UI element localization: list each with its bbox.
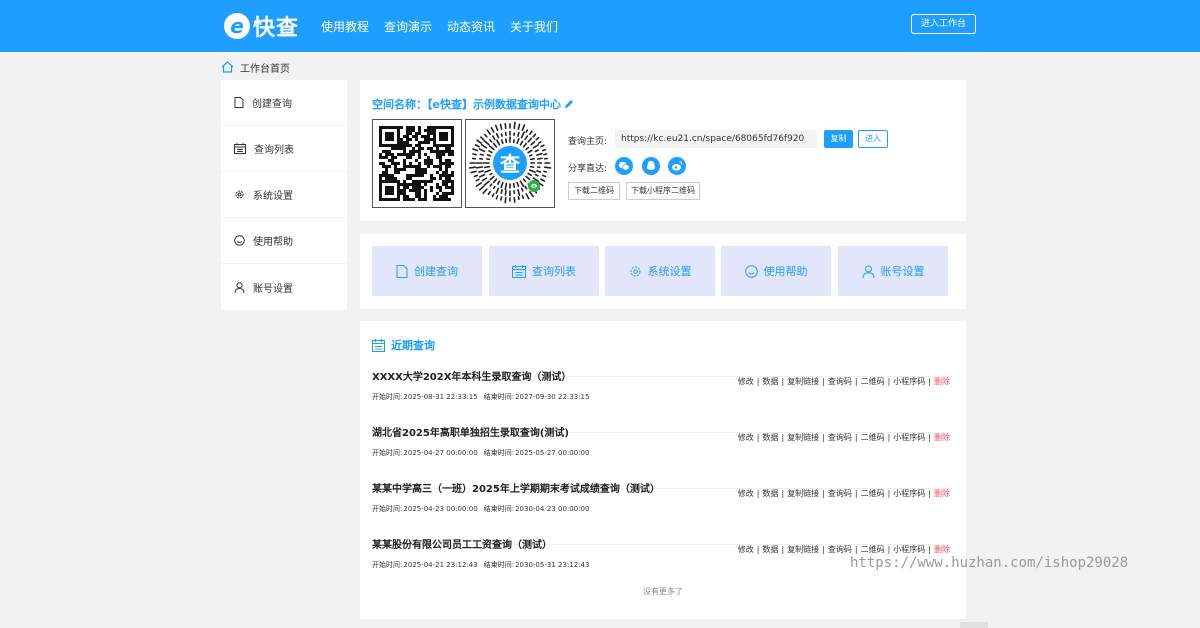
qq-icon[interactable] [642, 157, 660, 175]
quick-card-label: 系统设置 [647, 265, 692, 278]
mini-code-center-text: 查 [500, 152, 520, 176]
sidebar: 创建查询 查询列表 系统设置 使用帮助 账号设置 [221, 80, 347, 310]
sidebar-item-account[interactable]: 账号设置 [221, 264, 347, 310]
start-time: 2025-04-21 23:12:43 [403, 561, 478, 569]
user-icon [862, 265, 874, 278]
quick-card-label: 创建查询 [414, 265, 458, 278]
query-time: 开始时间:2025-04-21 23:12:43 结束时间:2030-05-31 … [372, 560, 589, 570]
download-qr-button[interactable]: 下载二维码 [568, 182, 620, 200]
quick-actions-panel: 创建查询 查询列表 系统设置 使用帮助 账号设置 [360, 234, 966, 309]
share-label: 分享直达: [568, 164, 608, 174]
breadcrumb: 工作台首页 [221, 59, 290, 75]
main-nav: 使用教程 查询演示 动态资讯 关于我们 [321, 0, 573, 52]
qr-code-link[interactable]: 二维码 [861, 545, 885, 554]
list-icon [512, 264, 526, 278]
query-title[interactable]: 某某股份有限公司员工工资查询（测试） [372, 536, 552, 551]
sidebar-item-list[interactable]: 查询列表 [221, 126, 347, 172]
mini-program-code: 查 [465, 119, 555, 208]
home-url-field[interactable]: https://kc.eu21.cn/space/68065fd76f920 [615, 130, 817, 148]
query-code-link[interactable]: 查询码 [828, 545, 852, 554]
wechat-icon[interactable] [615, 157, 633, 175]
quick-create-query[interactable]: 创建查询 [372, 246, 482, 296]
enter-workbench-button[interactable]: 进入工作台 [911, 14, 976, 34]
logo[interactable]: e 快查 [224, 10, 299, 42]
row-actions: 修改 | 数据 | 复制链接 | 查询码 | 二维码 | 小程序码 | 删除 [738, 544, 950, 555]
separator: | [781, 545, 785, 554]
mini-program-code-link[interactable]: 小程序码 [893, 545, 925, 554]
sidebar-item-settings[interactable]: 系统设置 [221, 172, 347, 218]
no-more-text: 没有更多了 [643, 587, 683, 596]
separator: | [928, 545, 931, 554]
sidebar-item-label: 查询列表 [254, 145, 294, 156]
table-row: 湖北省2025年高职单独招生录取查询(测试) 开始时间:2025-04-27 00… [372, 377, 952, 457]
quick-card-label: 使用帮助 [763, 265, 808, 278]
recent-queries-panel: 近期查询 XXXX大学202X年本科生录取查询（测试） 开始时间:2025-08-… [360, 321, 966, 619]
home-url-label: 查询主页: [568, 137, 608, 147]
gear-icon [235, 190, 244, 199]
nav-demo[interactable]: 查询演示 [384, 18, 432, 35]
weibo-icon[interactable] [668, 157, 686, 175]
breadcrumb-home[interactable]: 工作台首页 [240, 60, 290, 75]
logo-e-mark: e [224, 13, 250, 39]
quick-card-label: 查询列表 [532, 265, 576, 278]
sidebar-item-label: 创建查询 [252, 99, 292, 110]
copy-button[interactable]: 复制 [824, 130, 853, 148]
smile-icon [744, 264, 758, 278]
delete-link[interactable]: 删除 [934, 545, 950, 554]
separator: | [822, 545, 825, 554]
space-title-text: 空间名称：【e快查】示例数据查询中心 [372, 98, 561, 111]
data-link[interactable]: 数据 [762, 545, 778, 554]
separator: | [887, 545, 891, 554]
space-info-panel: 空间名称：【e快查】示例数据查询中心 查 查询主页: https://kc.eu… [360, 80, 966, 221]
quick-help[interactable]: 使用帮助 [721, 246, 831, 296]
home-icon [221, 61, 234, 73]
watermark: https://www.huzhan.com/ishop29028 [850, 555, 1129, 571]
smile-icon [234, 235, 245, 246]
separator: | [854, 545, 858, 554]
user-icon [234, 281, 245, 293]
sidebar-item-label: 账号设置 [253, 283, 293, 295]
copy-link[interactable]: 复制链接 [787, 545, 819, 554]
nav-tutorial[interactable]: 使用教程 [321, 18, 369, 35]
mini-program-code-icon: 查 [468, 121, 552, 204]
enter-button[interactable]: 进入 [858, 130, 888, 148]
quick-card-label: 账号设置 [880, 265, 925, 278]
quick-system-settings[interactable]: 系统设置 [605, 246, 715, 296]
quick-account-settings[interactable]: 账号设置 [838, 246, 948, 296]
edit-pencil-icon[interactable] [564, 99, 574, 109]
sidebar-item-label: 系统设置 [253, 191, 293, 202]
gear-icon [630, 266, 640, 276]
space-title: 空间名称：【e快查】示例数据查询中心 [372, 96, 574, 112]
edit-link[interactable]: 修改 [738, 545, 754, 554]
start-label: 开始时间: [372, 561, 403, 569]
qr-code [372, 119, 462, 208]
list-icon [234, 143, 246, 154]
scrollbar-thumb[interactable] [960, 622, 988, 628]
sidebar-item-label: 使用帮助 [253, 237, 293, 248]
nav-about[interactable]: 关于我们 [510, 18, 558, 35]
table-row: XXXX大学202X年本科生录取查询（测试） 开始时间:2025-08-31 22… [372, 321, 952, 401]
end-label: 结束时间: [483, 561, 515, 569]
document-icon [234, 97, 244, 108]
table-row: 某某中学高三（一班）2025年上学期期末考试成绩查询（测试） 开始时间:2025-… [372, 433, 952, 513]
separator: | [756, 545, 760, 554]
download-mini-program-code-button[interactable]: 下载小程序二维码 [626, 182, 700, 200]
table-row: 某某股份有限公司员工工资查询（测试） 开始时间:2025-04-21 23:12:… [372, 489, 952, 569]
sidebar-item-help[interactable]: 使用帮助 [221, 218, 347, 264]
nav-news[interactable]: 动态资讯 [447, 18, 495, 35]
top-header: e 快查 使用教程 查询演示 动态资讯 关于我们 进入工作台 [0, 0, 1200, 52]
quick-query-list[interactable]: 查询列表 [489, 246, 599, 296]
document-icon [396, 264, 408, 278]
sidebar-item-create[interactable]: 创建查询 [221, 80, 347, 126]
qr-code-icon [379, 126, 454, 201]
end-time: 2030-05-31 23:12:43 [515, 561, 590, 569]
logo-text: 快查 [253, 16, 300, 41]
